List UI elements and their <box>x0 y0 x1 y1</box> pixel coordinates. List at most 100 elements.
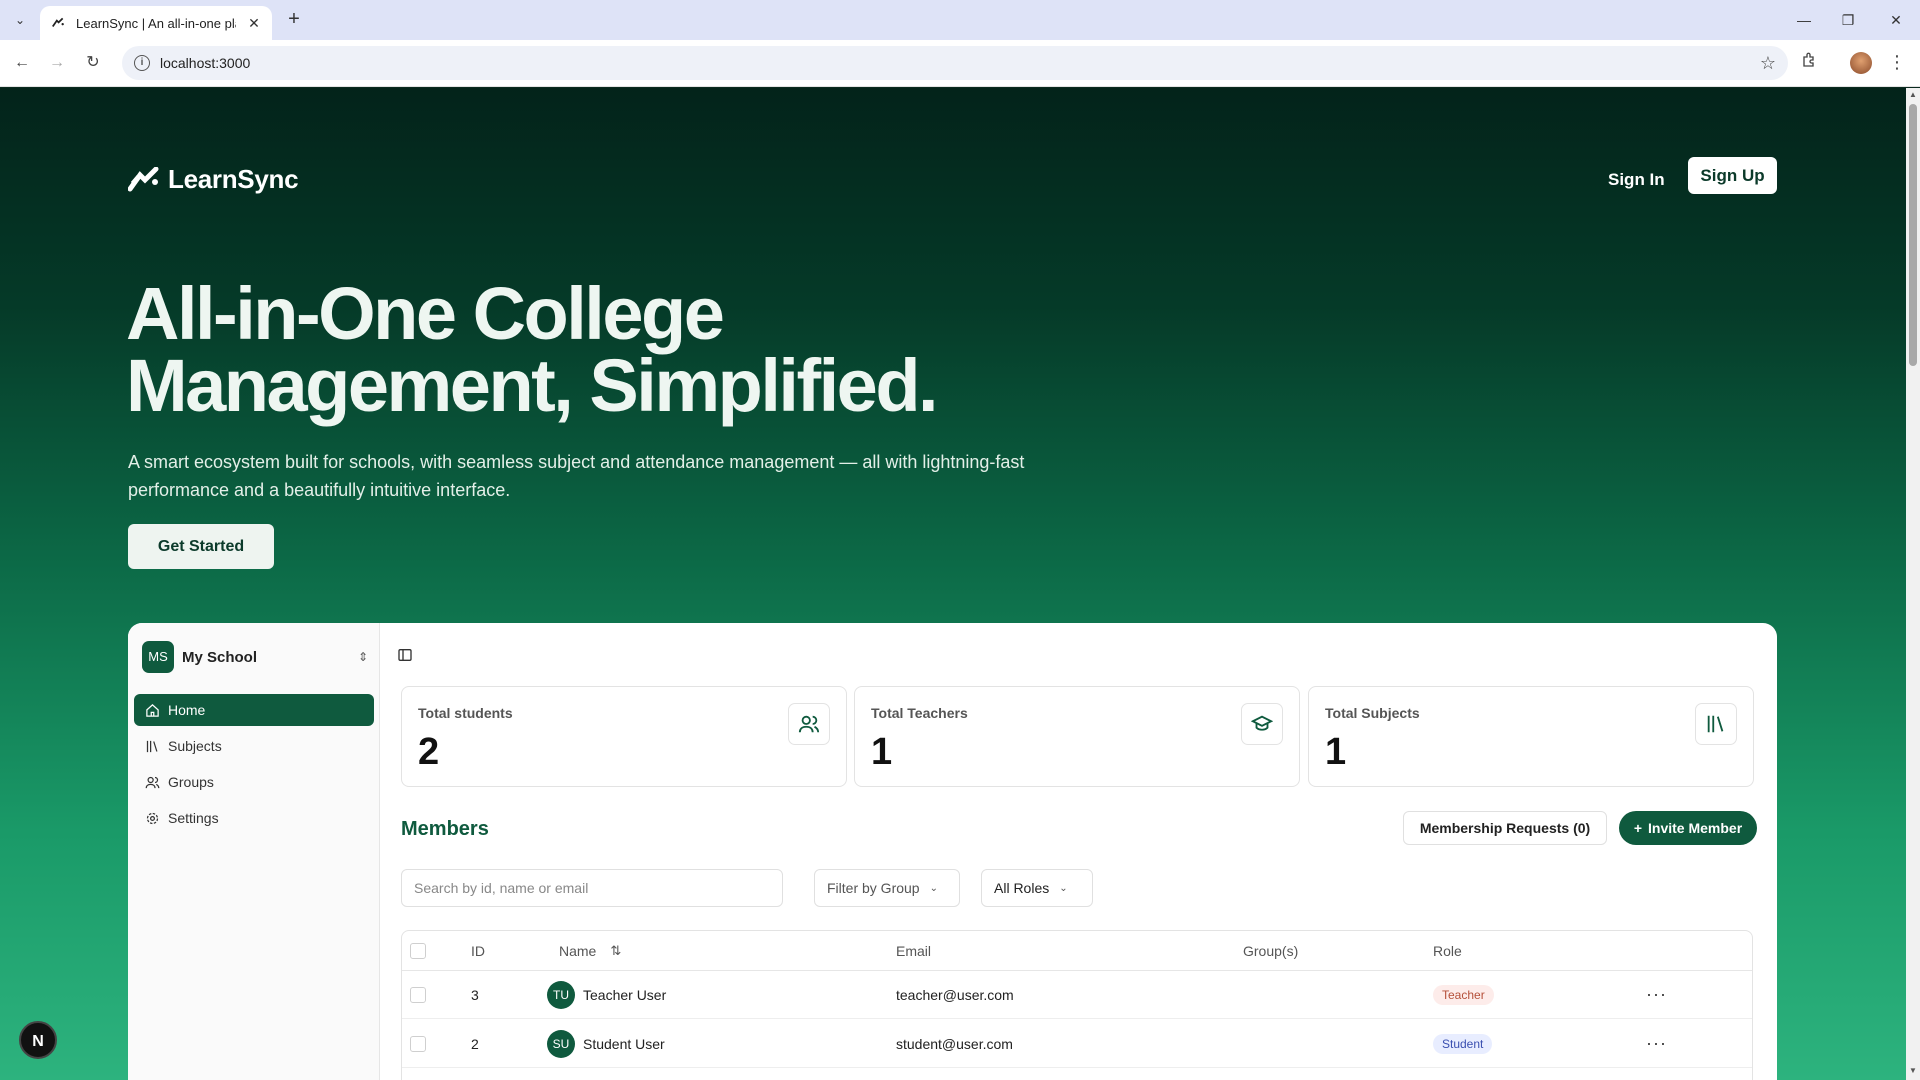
minimize-icon[interactable]: — <box>1792 8 1816 32</box>
column-header-name-label: Name <box>559 942 597 959</box>
scroll-up-arrow-icon[interactable]: ▲ <box>1908 90 1918 100</box>
address-bar[interactable]: i localhost:3000 ☆ <box>122 46 1788 80</box>
browser-tab[interactable]: LearnSync | An all-in-one platfo ✕ <box>40 6 272 40</box>
cell-name: Teacher User <box>583 986 667 1003</box>
column-header-email: Email <box>896 942 932 959</box>
sidebar-item-label: Home <box>168 702 206 718</box>
role-filter-select[interactable]: All Roles ⌄ <box>981 869 1093 907</box>
stat-card-students: Total students 2 <box>401 686 847 787</box>
site-info-icon[interactable]: i <box>134 55 150 71</box>
get-started-button[interactable]: Get Started <box>128 524 274 569</box>
browser-menu-icon[interactable]: ⋮ <box>1888 51 1906 75</box>
logo-text: LearnSync <box>168 164 299 194</box>
hero-title: All-in-One College Management, Simplifie… <box>126 272 1226 427</box>
column-header-name[interactable]: Name ⇅ <box>559 931 621 970</box>
table-row[interactable]: 2 SU Student User student@user.com Stude… <box>402 1020 1752 1068</box>
logo[interactable]: LearnSync <box>128 164 299 195</box>
sign-in-button[interactable]: Sign In <box>1600 162 1673 198</box>
browser-tab-bar: ⌄ LearnSync | An all-in-one platfo ✕ + —… <box>0 0 1920 40</box>
role-badge: Teacher <box>1433 984 1494 1005</box>
sidebar-item-home[interactable]: Home <box>134 694 374 726</box>
profile-avatar[interactable] <box>1850 52 1872 74</box>
extensions-puzzle-icon[interactable] <box>1798 51 1822 75</box>
school-name: My School <box>182 648 258 666</box>
membership-requests-button[interactable]: Membership Requests (0) <box>1403 811 1607 845</box>
nextjs-dev-badge[interactable]: N <box>19 1021 57 1059</box>
sidebar-item-label: Settings <box>168 810 219 826</box>
users-icon <box>788 703 830 745</box>
role-badge: Student <box>1433 1033 1493 1054</box>
forward-arrow-icon[interactable]: → <box>45 51 69 75</box>
tab-list-chevron-icon[interactable]: ⌄ <box>8 8 32 32</box>
bookmark-star-icon[interactable]: ☆ <box>1760 53 1776 74</box>
chevron-down-icon: ⌄ <box>929 882 938 894</box>
column-header-id: ID <box>471 942 485 959</box>
row-actions-icon[interactable]: ··· <box>1646 1033 1667 1054</box>
page-scrollbar[interactable]: ▲ ▼ <box>1906 88 1920 1080</box>
learnsync-favicon-icon <box>50 15 66 31</box>
table-row[interactable]: 3 TU Teacher User teacher@user.com Teach… <box>402 971 1752 1019</box>
filter-group-value: Filter by Group <box>827 880 920 896</box>
stat-label: Total Subjects <box>1325 705 1420 721</box>
table-header: ID Name ⇅ Email Group(s) Role <box>402 931 1752 971</box>
main-content: Total students 2 Total Teachers 1 Total … <box>381 623 1777 1080</box>
users-icon <box>144 774 160 790</box>
back-arrow-icon[interactable]: ← <box>10 51 34 75</box>
gear-icon <box>144 810 160 826</box>
invite-member-button[interactable]: + Invite Member <box>1619 811 1757 845</box>
window-close-icon[interactable]: ✕ <box>1884 8 1908 32</box>
browser-toolbar: ← → ↻ i localhost:3000 ☆ ⋮ <box>0 40 1920 87</box>
stat-card-teachers: Total Teachers 1 <box>854 686 1300 787</box>
role-filter-value: All Roles <box>994 880 1050 896</box>
stat-card-subjects: Total Subjects 1 <box>1308 686 1754 787</box>
school-avatar: MS <box>142 641 174 673</box>
avatar: SU <box>547 1029 575 1058</box>
dashboard-preview: MS My School ⇕ Home Subjects Groups Sett… <box>128 623 1777 1080</box>
tab-title: LearnSync | An all-in-one platfo <box>76 15 236 31</box>
graduation-cap-icon <box>1241 703 1283 745</box>
scrollbar-thumb[interactable] <box>1909 104 1917 366</box>
cell-email: teacher@user.com <box>896 986 1014 1003</box>
sidebar-nav: Home Subjects Groups Settings <box>134 694 374 838</box>
hero-title-line-2: Management, Simplified. <box>126 344 939 427</box>
cell-name: Student User <box>583 1035 665 1052</box>
books-icon <box>144 738 160 754</box>
row-checkbox[interactable] <box>410 1035 426 1052</box>
plus-icon: + <box>1633 820 1643 836</box>
row-actions-icon[interactable]: ··· <box>1646 984 1667 1005</box>
hero-title-line-1: All-in-One College <box>126 272 725 355</box>
sign-up-button[interactable]: Sign Up <box>1688 157 1777 194</box>
hero-subtitle: A smart ecosystem built for schools, wit… <box>128 452 1025 500</box>
landing-page: LearnSync Sign In Sign Up All-in-One Col… <box>0 88 1906 1080</box>
sort-arrows-icon[interactable]: ⇅ <box>610 943 621 959</box>
column-header-role: Role <box>1433 942 1462 959</box>
filter-group-select[interactable]: Filter by Group ⌄ <box>814 869 960 907</box>
tab-close-icon[interactable]: ✕ <box>246 15 262 32</box>
scroll-down-arrow-icon[interactable]: ▼ <box>1908 1066 1918 1076</box>
url-text: localhost:3000 <box>160 55 251 71</box>
school-switcher[interactable]: MS My School ⇕ <box>142 640 368 674</box>
sidebar-toggle-icon[interactable] <box>397 647 415 665</box>
cell-email: student@user.com <box>896 1035 1013 1052</box>
chevron-up-down-icon: ⇕ <box>357 650 368 664</box>
sidebar-item-groups[interactable]: Groups <box>134 766 374 798</box>
sidebar-item-label: Subjects <box>168 738 222 754</box>
chevron-down-icon: ⌄ <box>1059 882 1068 894</box>
invite-member-label: Invite Member <box>1648 820 1743 836</box>
sidebar-item-settings[interactable]: Settings <box>134 802 374 834</box>
search-input[interactable] <box>401 869 783 907</box>
avatar: TU <box>547 980 575 1009</box>
stat-value: 2 <box>418 731 440 773</box>
reload-icon[interactable]: ↻ <box>81 51 105 75</box>
new-tab-plus-icon[interactable]: + <box>282 8 306 32</box>
sidebar-item-subjects[interactable]: Subjects <box>134 730 374 762</box>
stat-label: Total students <box>418 705 513 721</box>
members-title: Members <box>401 818 489 840</box>
restore-icon[interactable]: ❐ <box>1836 8 1860 32</box>
home-icon <box>144 702 160 718</box>
column-header-groups: Group(s) <box>1243 942 1299 959</box>
select-all-checkbox[interactable] <box>410 942 426 959</box>
sidebar: MS My School ⇕ Home Subjects Groups Sett… <box>128 623 380 1080</box>
row-checkbox[interactable] <box>410 986 426 1003</box>
learnsync-logo-icon <box>128 166 159 191</box>
